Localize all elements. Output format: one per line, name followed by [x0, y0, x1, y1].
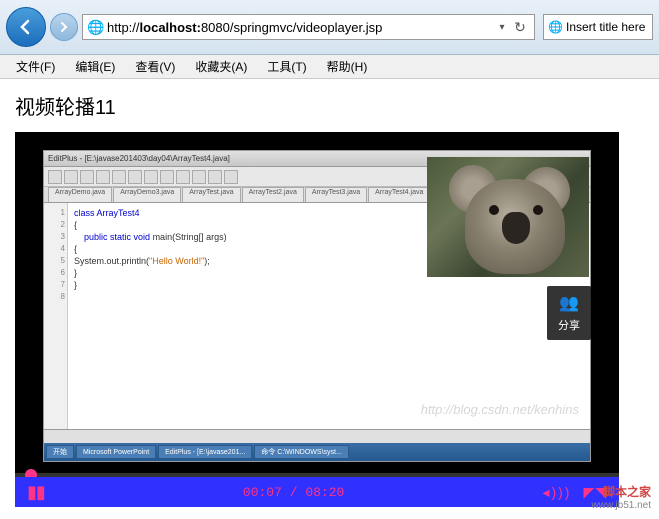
forward-button[interactable]	[50, 13, 78, 41]
csdn-watermark: http://blog.csdn.net/kenhins	[421, 402, 579, 417]
ide-statusbar	[44, 429, 590, 443]
site-name: 脚本之家	[592, 483, 651, 500]
tab-title: Insert title here	[566, 20, 645, 34]
address-bar[interactable]: 🌐 http://localhost:8080/springmvc/videop…	[82, 14, 535, 40]
site-url: www.jb51.net	[592, 500, 651, 511]
pause-button[interactable]: ▮▮	[27, 482, 45, 503]
video-player: EditPlus - [E:\javase201403\day04\ArrayT…	[15, 132, 619, 507]
url-dropdown-icon[interactable]: ▾	[494, 22, 510, 33]
page-title: 视频轮播11	[15, 91, 644, 120]
menu-favorites[interactable]: 收藏夹(A)	[187, 56, 255, 77]
page-content: 视频轮播11 EditPlus - [E:\javase201403\day04…	[0, 79, 659, 519]
windows-taskbar: 开始 Microsoft PowerPoint EditPlus - [E:\j…	[44, 443, 590, 461]
browser-tab[interactable]: 🌐 Insert title here	[543, 14, 653, 40]
menu-edit[interactable]: 编辑(E)	[67, 56, 123, 77]
menu-bar: 文件(F) 编辑(E) 查看(V) 收藏夹(A) 工具(T) 帮助(H)	[0, 55, 659, 79]
menu-help[interactable]: 帮助(H)	[319, 56, 376, 77]
site-watermark: 脚本之家 www.jb51.net	[592, 483, 651, 511]
url-text: http://localhost:8080/springmvc/videopla…	[107, 20, 494, 35]
browser-toolbar: 🌐 http://localhost:8080/springmvc/videop…	[0, 0, 659, 55]
share-label: 分享	[558, 317, 580, 333]
koala-image	[427, 157, 589, 277]
back-button[interactable]	[6, 7, 46, 47]
video-controls: ▮▮ 00:07 / 08:20 ◂))) ◤◥	[15, 477, 619, 507]
menu-file[interactable]: 文件(F)	[8, 56, 63, 77]
menu-tools[interactable]: 工具(T)	[259, 56, 314, 77]
favicon-icon: 🌐	[548, 20, 562, 34]
time-display: 00:07 / 08:20	[45, 485, 543, 500]
refresh-icon[interactable]: ↻	[510, 19, 530, 36]
globe-icon: 🌐	[87, 19, 103, 35]
people-icon: 👥	[559, 293, 579, 313]
share-button[interactable]: 👥 分享	[547, 286, 591, 340]
volume-button[interactable]: ◂)))	[542, 484, 571, 501]
menu-view[interactable]: 查看(V)	[127, 56, 183, 77]
